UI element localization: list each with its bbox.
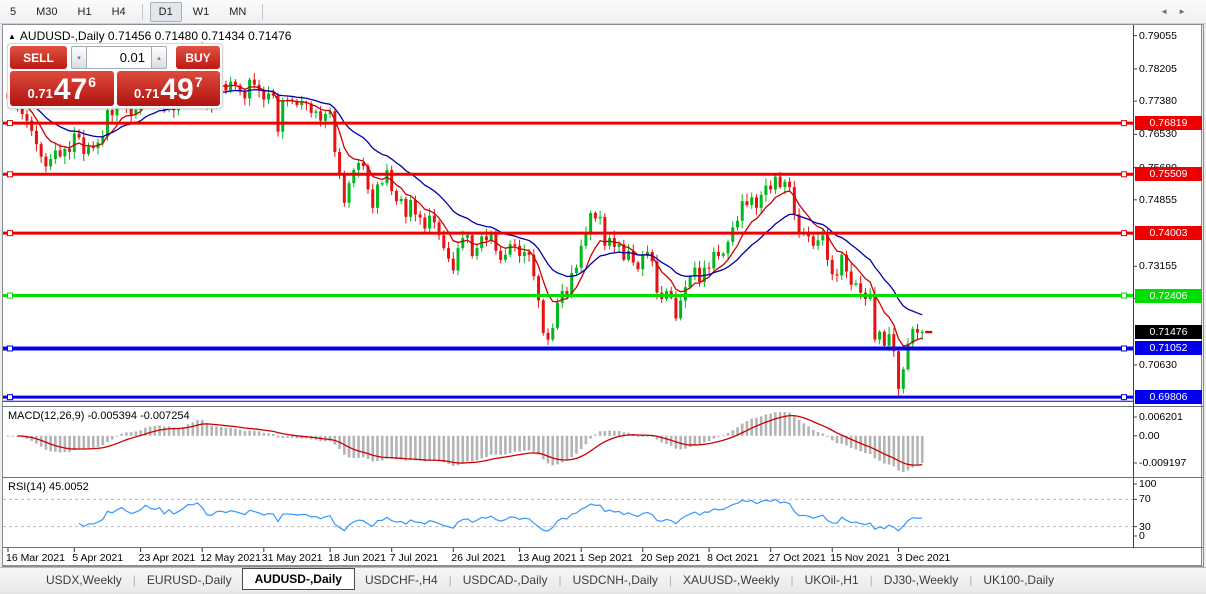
chart-tab-ukoil-h1[interactable]: UKOil-,H1: [795, 570, 869, 590]
timeframe-button-d1[interactable]: D1: [149, 1, 182, 22]
bid-price-tile[interactable]: 0.71 47 6: [10, 71, 114, 106]
ask-price-tile[interactable]: 0.71 49 7: [116, 71, 220, 106]
chart-tab-eurusd-daily[interactable]: EURUSD-,Daily: [137, 570, 242, 590]
timeframe-toolbar: 5 M30 H1 H4 D1 W1 MN: [0, 0, 1206, 24]
buy-button[interactable]: BUY: [176, 46, 220, 69]
chart-tab-usdx-weekly[interactable]: USDX,Weekly: [36, 570, 132, 590]
chart-tab-usdcad-daily[interactable]: USDCAD-,Daily: [453, 570, 558, 590]
timeframe-button-h1[interactable]: H1: [69, 2, 101, 22]
chart-tab-dj30-weekly[interactable]: DJ30-,Weekly: [874, 570, 968, 590]
ask-prefix: 0.71: [134, 86, 160, 101]
chart-tab-usdchf-h4[interactable]: USDCHF-,H4: [355, 570, 448, 590]
volume-input[interactable]: 0.01: [87, 46, 151, 69]
bid-pip-digit: 6: [88, 74, 96, 90]
timeframe-button-h4[interactable]: H4: [103, 2, 135, 22]
tab-separator: |: [869, 573, 873, 587]
timeframe-button-5[interactable]: 5: [1, 2, 25, 22]
bid-big-digits: 47: [53, 73, 88, 106]
chart-tab-usdcnh-daily[interactable]: USDCNH-,Daily: [563, 570, 668, 590]
tab-separator: |: [790, 573, 794, 587]
sell-button[interactable]: SELL: [10, 46, 67, 69]
volume-decrease-button[interactable]: ▾: [71, 46, 87, 69]
volume-increase-button[interactable]: ▴: [151, 46, 167, 69]
tab-separator: |: [448, 573, 452, 587]
chart-title-text: AUDUSD-,Daily 0.71456 0.71480 0.71434 0.…: [19, 29, 292, 43]
one-click-trading-panel: SELL ▾ 0.01 ▴ BUY 0.71 47 6 0.71 49 7: [7, 43, 223, 109]
tab-separator: |: [558, 573, 562, 587]
toolbar-separator: [141, 3, 143, 20]
tab-scroll-right-icon[interactable]: ►: [1178, 7, 1196, 16]
timeframe-button-w1[interactable]: W1: [184, 2, 219, 22]
tab-scroll-left-icon[interactable]: ◄: [1160, 7, 1178, 16]
chart-tab-bar: USDX,Weekly | EURUSD-,Daily AUDUSD-,Daily US…: [0, 567, 1206, 592]
tab-separator: |: [969, 573, 973, 587]
timeframe-button-m30[interactable]: M30: [27, 2, 66, 22]
tab-scroll-arrows: ◄►: [1160, 7, 1196, 16]
tab-separator: |: [132, 573, 136, 587]
chart-tab-xauusd-weekly[interactable]: XAUUSD-,Weekly: [673, 570, 789, 590]
toolbar-separator: [262, 3, 264, 20]
ask-big-digits: 49: [160, 73, 194, 106]
chart-tab-audusd-daily[interactable]: AUDUSD-,Daily: [241, 567, 355, 590]
chart-title: ▲ AUDUSD-,Daily 0.71456 0.71480 0.71434 0…: [8, 29, 291, 43]
collapse-panel-icon[interactable]: ▲: [8, 32, 16, 41]
bid-prefix: 0.71: [27, 86, 53, 101]
ask-pip-digit: 7: [194, 74, 203, 90]
timeframe-button-mn[interactable]: MN: [220, 2, 255, 22]
tab-separator: |: [668, 573, 673, 587]
chart-tab-uk100-daily[interactable]: UK100-,Daily: [973, 570, 1064, 590]
